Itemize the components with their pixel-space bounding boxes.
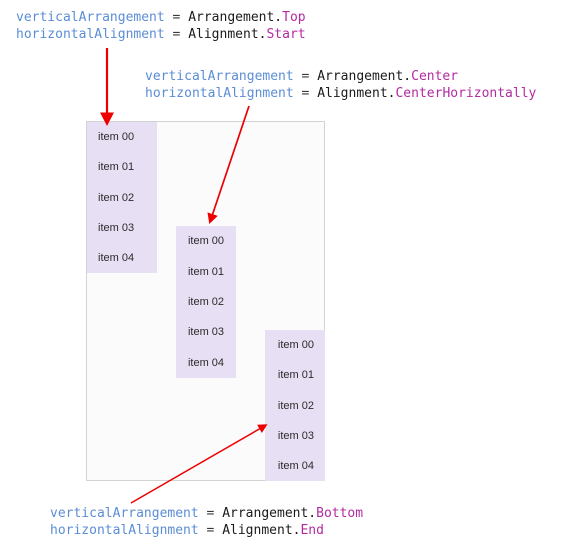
list-item: item 01 xyxy=(277,369,314,382)
type-name: Alignment xyxy=(317,86,388,101)
property-name: horizontalAlignment xyxy=(50,523,199,538)
property-name: verticalArrangement xyxy=(16,10,165,25)
list-item: item 00 xyxy=(277,339,314,352)
equals-sign: = xyxy=(293,69,318,84)
type-name: Alignment xyxy=(188,27,259,42)
item-column-top-start: item 00 item 01 item 02 item 03 item 04 xyxy=(87,122,157,273)
annotation-line-horizontal-alignment: horizontalAlignment = Alignment.End xyxy=(50,522,363,539)
list-item: item 02 xyxy=(187,296,225,309)
type-name: Arrangement xyxy=(188,10,275,25)
annotation-line-horizontal-alignment: horizontalAlignment = Alignment.CenterHo… xyxy=(145,85,536,102)
member-name: Top xyxy=(282,10,306,25)
list-item: item 02 xyxy=(277,399,314,412)
equals-sign: = xyxy=(198,506,223,521)
list-item: item 04 xyxy=(187,356,225,369)
annotation-line-horizontal-alignment: horizontalAlignment = Alignment.Start xyxy=(16,26,306,43)
equals-sign: = xyxy=(164,10,189,25)
type-name: Alignment xyxy=(222,523,293,538)
list-item: item 02 xyxy=(98,191,135,204)
annotation-label-top: verticalArrangement = Arrangement.Top ho… xyxy=(16,9,306,43)
annotation-line-vertical-arrangement: verticalArrangement = Arrangement.Center xyxy=(145,68,536,85)
property-name: verticalArrangement xyxy=(145,69,294,84)
layout-demo-container: item 00 item 01 item 02 item 03 item 04 … xyxy=(86,121,325,481)
item-column-center-horizontally: item 00 item 01 item 02 item 03 item 04 xyxy=(176,226,236,378)
annotation-line-vertical-arrangement: verticalArrangement = Arrangement.Bottom xyxy=(50,505,363,522)
item-column-bottom-end: item 00 item 01 item 02 item 03 item 04 xyxy=(265,330,325,481)
equals-sign: = xyxy=(164,27,189,42)
type-name: Arrangement xyxy=(222,506,309,521)
annotation-label-bottom: verticalArrangement = Arrangement.Bottom… xyxy=(50,505,363,539)
list-item: item 03 xyxy=(187,326,225,339)
equals-sign: = xyxy=(293,86,318,101)
annotation-line-vertical-arrangement: verticalArrangement = Arrangement.Top xyxy=(16,9,306,26)
equals-sign: = xyxy=(198,523,223,538)
list-item: item 00 xyxy=(187,235,225,248)
list-item: item 03 xyxy=(277,429,314,442)
dot-separator: . xyxy=(274,10,283,25)
list-item: item 01 xyxy=(98,161,135,174)
property-name: horizontalAlignment xyxy=(145,86,294,101)
list-item: item 01 xyxy=(187,265,225,278)
property-name: horizontalAlignment xyxy=(16,27,165,42)
member-name: CenterHorizontally xyxy=(395,86,537,101)
member-name: Start xyxy=(266,27,306,42)
list-item: item 04 xyxy=(277,459,314,472)
member-name: End xyxy=(300,523,324,538)
member-name: Center xyxy=(411,69,459,84)
list-item: item 03 xyxy=(98,221,135,234)
list-item: item 04 xyxy=(98,251,135,264)
annotation-label-center: verticalArrangement = Arrangement.Center… xyxy=(145,68,536,102)
list-item: item 00 xyxy=(98,131,135,144)
dot-separator: . xyxy=(308,506,317,521)
property-name: verticalArrangement xyxy=(50,506,199,521)
type-name: Arrangement xyxy=(317,69,404,84)
dot-separator: . xyxy=(403,69,412,84)
member-name: Bottom xyxy=(316,506,364,521)
